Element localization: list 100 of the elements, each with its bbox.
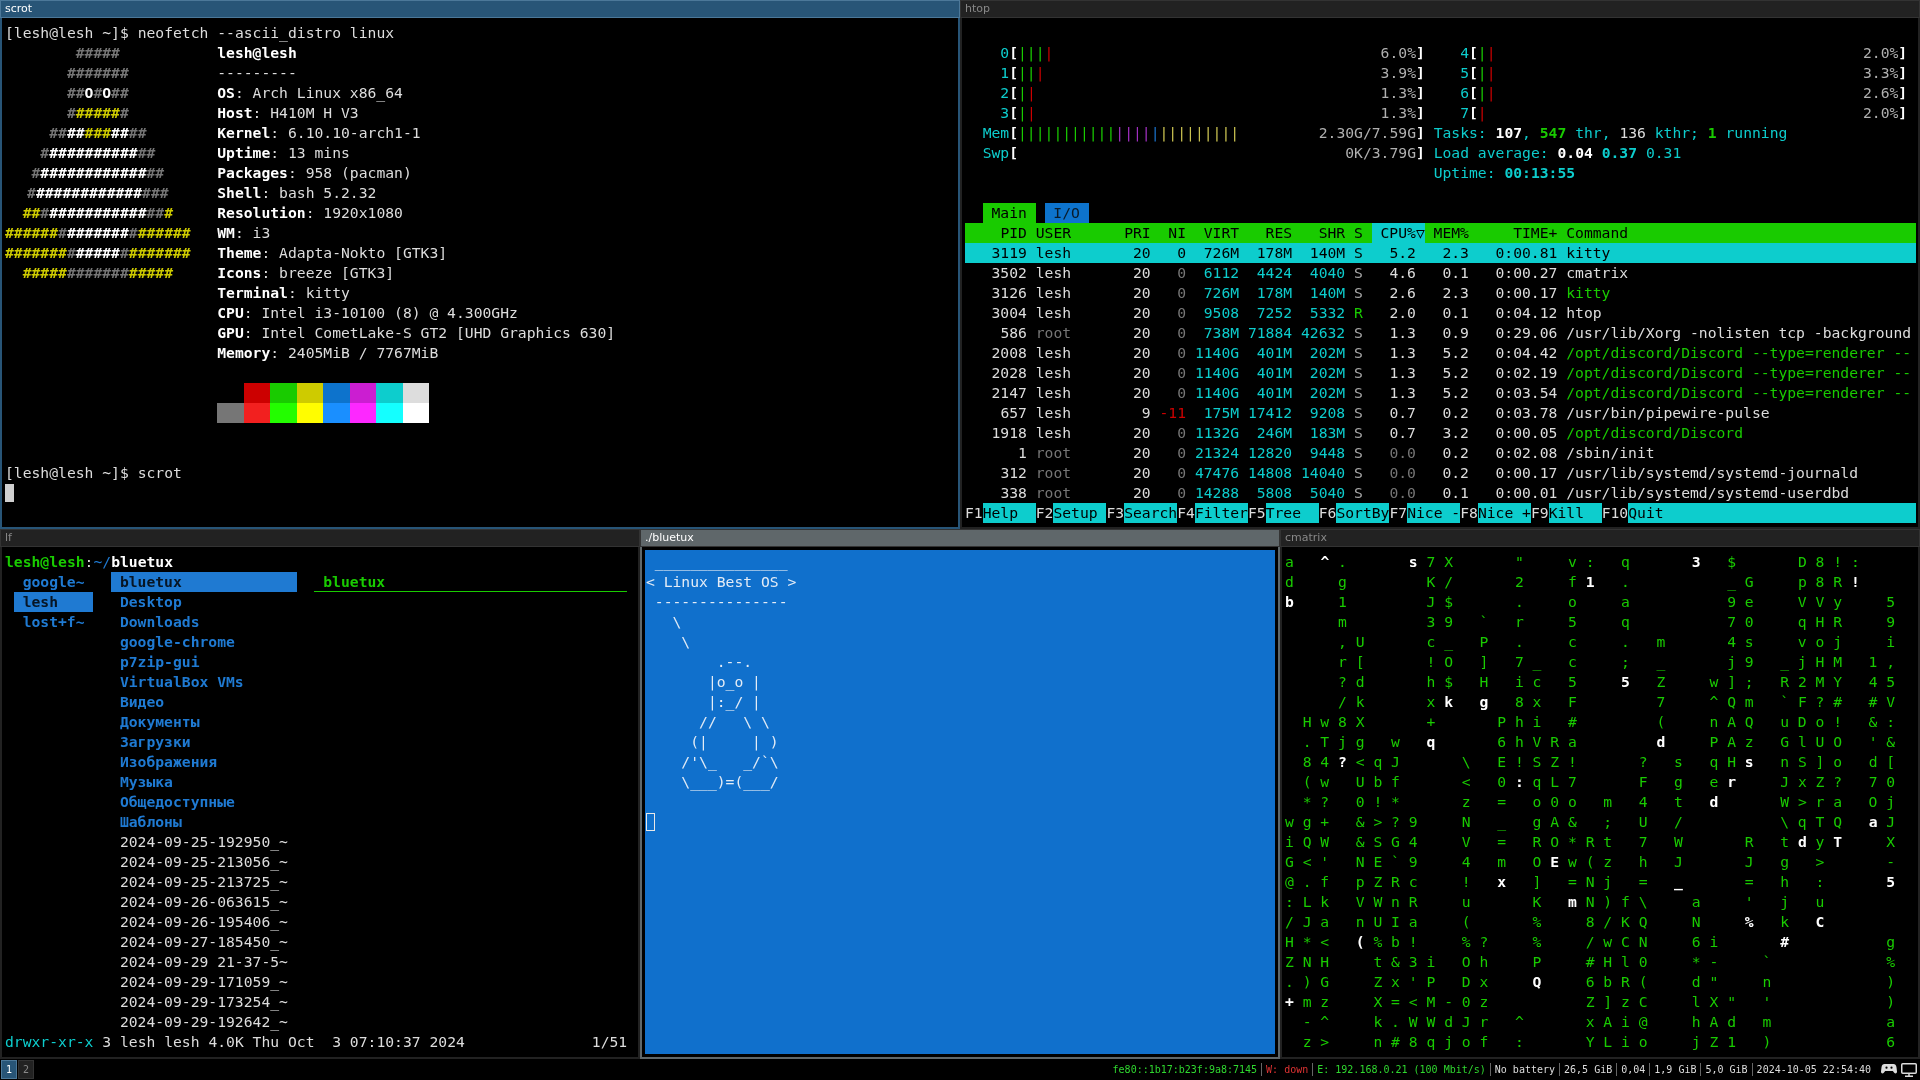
process-row[interactable]: 1 root 20 0 21324 12820 9448 S 0.0 0.2 0:02.08 /sbin/init (965, 443, 1916, 463)
column-header[interactable]: S (1354, 223, 1372, 243)
file-list-item[interactable]: google~ (13, 572, 94, 592)
column-header[interactable]: TIME+ (1477, 223, 1567, 243)
table-cell-text: 0:03.54 (1494, 383, 1559, 403)
table-cell-text: 0.0 (1388, 443, 1417, 463)
column-header[interactable]: PRI (1124, 223, 1160, 243)
table-cell-text: 0 (1176, 443, 1188, 463)
column-header[interactable]: SHR (1300, 223, 1354, 243)
load-average: Load average: 0.04 0.37 0.31 (1433, 143, 1683, 163)
process-row[interactable]: 3126 lesh 20 0 726M 178M 140M S 2.6 2.3 0:00.17 kitty (965, 283, 1916, 303)
matrix-text-line: / k x k g 8 x F 7 ^ Q m ` F ? # # V (1337, 692, 1897, 712)
file-list-item[interactable]: google-chrome (111, 632, 297, 652)
command-line: [lesh@lesh ~]$ neofetch --ascii_distro linux (5, 23, 396, 43)
column-header[interactable]: PID (965, 223, 1036, 243)
process-row[interactable]: 312 root 20 0 47476 14808 14040 S 0.0 0.2 0:00.17 /usr/lib/systemd/systemd-journald (965, 463, 1916, 483)
meter-reading: 1.3%] (1380, 103, 1425, 123)
file-list-item[interactable]: Шаблоны (111, 812, 297, 832)
column-header[interactable]: USER (1035, 223, 1125, 243)
file-list-item[interactable]: 2024-09-26-063615_~ (111, 892, 297, 912)
meter-label: Mem[||||||||||||||||||||||||| (981, 123, 1240, 143)
table-cell-text: lesh (1035, 303, 1073, 323)
column-header[interactable]: VIRT (1194, 223, 1248, 243)
file-list-item[interactable]: 2024-09-29-192642_~ (111, 1012, 297, 1032)
file-list-item[interactable]: p7zip-gui (111, 652, 297, 672)
matrix-text-line: H * < ( % b ! % ? % / w C N 6 i # g (1285, 932, 1897, 952)
file-list-item[interactable]: Загрузки (111, 732, 297, 752)
file-list-item[interactable]: Downloads (111, 612, 297, 632)
table-cell-text: 0 (1176, 303, 1188, 323)
table-cell-text: 3004 (990, 303, 1028, 323)
process-row[interactable]: 2147 lesh 20 0 1140G 401M 202M S 1.3 5.2 0:03.54 /opt/discord/Discord --type=renderer -- (965, 383, 1916, 403)
file-list-item[interactable]: 2024-09-29 21-37-5~ (111, 952, 297, 972)
table-cell-text: R (1354, 303, 1364, 323)
table-cell-text: 657 (999, 403, 1028, 423)
status-text: 5,0 GiB (1700, 1063, 1752, 1076)
table-cell-text: lesh (1035, 363, 1073, 383)
table-cell-text: S (1354, 343, 1364, 363)
tab[interactable]: Main (982, 203, 1036, 223)
matrix-text-line: H w 8 X + P h i # ( n A Q u D o ! & : (1301, 712, 1897, 732)
tasks-summary: Tasks: 107, 547 thr, 136 kthr; 1 running (1433, 123, 1789, 143)
system-info-line: Shell: bash 5.2.32 (217, 183, 378, 203)
process-row[interactable]: 3502 lesh 20 0 6112 4424 4040 S 4.6 0.1 0:00.27 cmatrix (965, 263, 1916, 283)
file-list-item[interactable]: 2024-09-29-171059_~ (111, 972, 297, 992)
table-cell-text: 178M (1255, 283, 1294, 303)
process-row[interactable]: 1918 lesh 20 0 1132G 246M 183M S 0.7 3.2 0:00.05 /opt/discord/Discord (965, 423, 1916, 443)
table-cell-text: 1140G (1194, 363, 1241, 383)
gamepad-icon[interactable] (1881, 1064, 1897, 1075)
file-list-item[interactable]: Документы (111, 712, 297, 732)
process-row[interactable]: 3004 lesh 20 0 9508 7252 5332 R 2.0 0.1 0:04.12 htop (965, 303, 1916, 323)
meter-reading: 0K/3.79G] (1345, 143, 1425, 163)
column-header[interactable]: MEM% (1424, 223, 1478, 243)
table-cell-text: 17412 (1247, 403, 1294, 423)
file-list-item[interactable]: lesh (13, 592, 94, 612)
tab[interactable]: I/O (1044, 203, 1089, 223)
table-cell-text: 1 (1017, 443, 1028, 463)
file-list-item[interactable]: 2024-09-29-173254_~ (111, 992, 297, 1012)
file-list-item[interactable]: VirtualBox VMs (111, 672, 297, 692)
system-info-line: GPU: Intel CometLake-S GT2 [UHD Graphics 630] (217, 323, 616, 343)
status-text: E: 192.168.0.21 (100 Mbit/s) (1312, 1063, 1490, 1076)
file-list-item[interactable]: Видео (111, 692, 297, 712)
table-cell-text: 14040 (1300, 463, 1347, 483)
system-info-line: OS: Arch Linux x86_64 (217, 83, 404, 103)
file-list-item[interactable]: bluetux (111, 572, 297, 592)
table-cell-text: 0:02.19 (1494, 363, 1559, 383)
monitor-icon[interactable] (1901, 1062, 1917, 1077)
table-cell-text: 401M (1255, 343, 1294, 363)
process-row[interactable]: 338 root 20 0 14288 5808 5040 S 0.0 0.1 0:00.01 /usr/lib/systemd/systemd-userdbd (965, 483, 1916, 503)
meter-label: 6[|| (1459, 83, 1496, 103)
file-list-item[interactable]: Общедоступные (111, 792, 297, 812)
file-list-item[interactable]: 2024-09-27-185450_~ (111, 932, 297, 952)
process-row[interactable]: 2028 lesh 20 0 1140G 401M 202M S 1.3 5.2 0:02.19 /opt/discord/Discord --type=renderer -- (965, 363, 1916, 383)
column-header[interactable]: Command (1566, 223, 1916, 243)
table-cell-text: 9508 (1202, 303, 1241, 323)
matrix-text-line: + m z X = < M - 0 z Z ] z C l X " ' ) (1285, 992, 1897, 1012)
file-list-item[interactable]: 2024-09-26-195406_~ (111, 912, 297, 932)
column-header[interactable]: RES (1247, 223, 1301, 243)
file-list-item[interactable]: 2024-09-25-192950_~ (111, 832, 297, 852)
workspace-button[interactable]: 1 (1, 1060, 18, 1079)
table-cell-text: 20 (1132, 263, 1152, 283)
process-row[interactable]: 3119 lesh 20 0 726M 178M 140M S 5.2 2.3 0:00.81 kitty (965, 243, 1916, 263)
system-info-line: Packages: 958 (pacman) (217, 163, 413, 183)
process-row[interactable]: 586 root 20 0 738M 71884 42632 S 1.3 0.9 0:29.06 /usr/lib/Xorg -nolisten tcp -background (965, 323, 1916, 343)
meter-label: 7[| (1459, 103, 1487, 123)
file-list-item[interactable]: Изображения (111, 752, 297, 772)
column-header[interactable]: CPU%▽ (1371, 223, 1425, 243)
meter-label: 0[|||| (999, 43, 1054, 63)
table-cell-text: 0:29.06 (1494, 323, 1559, 343)
process-row[interactable]: 2008 lesh 20 0 1140G 401M 202M S 1.3 5.2 0:04.42 /opt/discord/Discord --type=renderer -- (965, 343, 1916, 363)
workspace-button[interactable]: 2 (18, 1060, 35, 1079)
meter-label: 2[|| (999, 83, 1036, 103)
column-header[interactable]: NI (1159, 223, 1195, 243)
file-list-item[interactable]: lost+f~ (13, 612, 94, 632)
file-list-item[interactable]: Музыка (111, 772, 297, 792)
file-list-item[interactable]: 2024-09-25-213056_~ (111, 852, 297, 872)
process-row[interactable]: 657 lesh 9 -11 175M 17412 9208 S 0.7 0.2 0:03.78 /usr/bin/pipewire-pulse (965, 403, 1916, 423)
matrix-text-line: i Q W & S G 4 V = R O * R t 7 W R t d y T X (1285, 832, 1897, 852)
file-list-item[interactable]: Desktop (111, 592, 297, 612)
file-list-item[interactable]: 2024-09-25-213725_~ (111, 872, 297, 892)
table-cell-text: 0:03.78 (1494, 403, 1559, 423)
matrix-text-line: a ^ . s 7 X " v : q 3 $ D 8 ! : (1285, 552, 1861, 572)
